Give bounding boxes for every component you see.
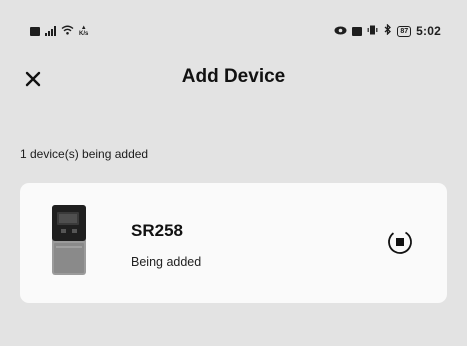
solar-controller-icon — [52, 205, 86, 275]
status-bar: ▲ K/s 87 5:02 — [0, 0, 467, 52]
network-speed-icon: ▲ K/s — [79, 25, 89, 37]
sim-icon — [30, 26, 40, 36]
network-speed-unit: K/s — [79, 31, 89, 37]
status-bar-left: ▲ K/s — [30, 22, 88, 40]
page-title: Add Device — [181, 66, 286, 87]
device-name: SR258 — [131, 221, 183, 240]
battery-level: 87 — [400, 27, 409, 35]
device-status: Being added — [131, 255, 202, 269]
devices-being-added-text: 1 device(s) being added — [20, 147, 149, 161]
device-card[interactable]: SR258 Being added — [20, 183, 447, 303]
signal-icon — [45, 26, 56, 36]
loading-spinner-icon — [388, 230, 412, 254]
eye-icon — [334, 22, 347, 40]
status-bar-right: 87 5:02 — [334, 22, 441, 40]
vibrate-icon — [367, 22, 378, 40]
wifi-icon — [61, 22, 74, 40]
nfc-icon — [352, 26, 363, 36]
status-time: 5:02 — [416, 24, 441, 38]
bluetooth-icon — [383, 22, 392, 40]
battery-icon: 87 — [397, 25, 412, 37]
